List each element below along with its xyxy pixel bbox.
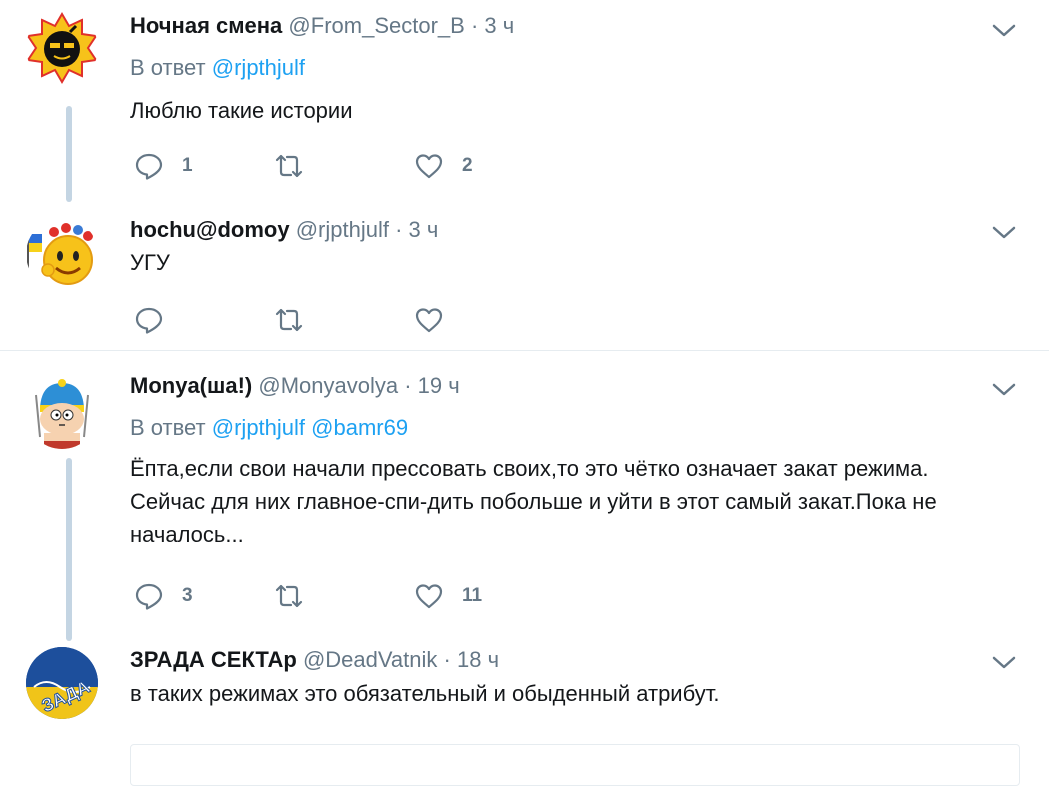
zrada-avatar-icon: ЗАДА: [26, 647, 98, 719]
reply-icon: [135, 153, 163, 180]
display-name[interactable]: hochu@domoy: [130, 217, 290, 242]
user-handle[interactable]: @DeadVatnik: [303, 647, 437, 672]
mention-link[interactable]: @bamr69: [311, 415, 408, 440]
reply-prefix: В ответ: [130, 415, 206, 440]
avatar[interactable]: ЗАДА: [26, 647, 98, 719]
timestamp[interactable]: 3 ч: [484, 13, 514, 38]
display-name[interactable]: Monya(ша!): [130, 373, 252, 398]
timestamp[interactable]: 3 ч: [409, 217, 439, 242]
tweet-header: hochu@domoy @rjpthjulf · 3 ч: [130, 217, 438, 243]
tweet-text-line: Сейчас для них главное-спи-дить побольше…: [130, 489, 937, 514]
retweet-button[interactable]: [274, 581, 322, 611]
user-handle[interactable]: @From_Sector_B: [288, 13, 464, 38]
tweet-text: УГУ: [130, 250, 170, 275]
reply-button[interactable]: 3: [134, 581, 193, 611]
heart-icon: [415, 154, 443, 179]
tweet-text-line: началось...: [130, 522, 244, 547]
display-name[interactable]: Ночная смена: [130, 13, 282, 38]
tweet[interactable]: Monya(ша!) @Monyavolya · 19 ч В ответ @r…: [0, 351, 1049, 641]
thread-line: [66, 106, 72, 202]
tweet-header: Ночная смена @From_Sector_B · 3 ч: [130, 13, 514, 39]
chevron-down-icon[interactable]: [990, 20, 1018, 40]
avatar[interactable]: [26, 377, 98, 449]
reply-compose-box[interactable]: [130, 744, 1020, 786]
like-button[interactable]: 11: [414, 581, 482, 611]
tweet-header: Monya(ша!) @Monyavolya · 19 ч: [130, 373, 460, 399]
tweet-header: ЗРАДА СЕКТАр @DeadVatnik · 18 ч: [130, 647, 499, 673]
reply-to-line: В ответ @rjpthjulf @bamr69: [130, 415, 408, 441]
tweet-text: Ёпта,если свои начали прессовать своих,т…: [130, 452, 1030, 551]
tweet[interactable]: hochu@domoy @rjpthjulf · 3 ч УГУ: [0, 200, 1049, 350]
heart-icon: [415, 584, 443, 609]
retweet-icon: [275, 584, 303, 608]
tweet-actions: 3 11: [130, 581, 530, 611]
avatar[interactable]: [26, 218, 98, 290]
retweet-button[interactable]: [274, 151, 322, 181]
smiley-avatar-icon: [27, 223, 93, 285]
reply-icon: [135, 583, 163, 610]
retweet-icon: [275, 154, 303, 178]
chevron-down-icon[interactable]: [990, 222, 1018, 242]
cartoon-avatar-icon: [35, 379, 89, 449]
separator-dot: ·: [395, 217, 403, 242]
reply-button[interactable]: 1: [134, 151, 193, 181]
like-count: 11: [462, 585, 483, 606]
display-name[interactable]: ЗРАДА СЕКТАр: [130, 647, 297, 672]
timestamp[interactable]: 19 ч: [418, 373, 460, 398]
thread-line: [66, 458, 72, 641]
sun-bomb-avatar-icon: [26, 12, 98, 84]
user-handle[interactable]: @Monyavolya: [258, 373, 398, 398]
tweet-actions: [130, 305, 530, 335]
separator-dot: ·: [404, 373, 412, 398]
reply-prefix: В ответ: [130, 55, 206, 80]
reply-icon: [135, 307, 163, 334]
separator-dot: ·: [443, 647, 451, 672]
tweet-text: в таких режимах это обязательный и обыде…: [130, 681, 720, 706]
reply-count: 1: [182, 155, 193, 176]
chevron-down-icon[interactable]: [990, 379, 1018, 399]
mention-link[interactable]: @rjpthjulf: [212, 55, 305, 80]
like-count: 2: [462, 155, 473, 176]
separator-dot: ·: [470, 13, 479, 38]
retweet-button[interactable]: [274, 305, 322, 335]
tweet-text-line: Ёпта,если свои начали прессовать своих,т…: [130, 456, 929, 481]
reply-count: 3: [182, 585, 193, 606]
like-button[interactable]: [414, 305, 462, 335]
reply-to-line: В ответ @rjpthjulf: [130, 55, 305, 81]
like-button[interactable]: 2: [414, 151, 473, 181]
mention-link[interactable]: @rjpthjulf: [212, 415, 305, 440]
tweet-actions: 1 2: [130, 151, 530, 181]
tweet-text: Люблю такие истории: [130, 98, 353, 123]
user-handle[interactable]: @rjpthjulf: [296, 217, 389, 242]
avatar[interactable]: [26, 12, 98, 84]
reply-button[interactable]: [134, 305, 182, 335]
tweet[interactable]: Ночная смена @From_Sector_B · 3 ч В отве…: [0, 0, 1049, 202]
chevron-down-icon[interactable]: [990, 652, 1018, 672]
retweet-icon: [275, 308, 303, 332]
timestamp[interactable]: 18 ч: [457, 647, 499, 672]
heart-icon: [415, 308, 443, 333]
